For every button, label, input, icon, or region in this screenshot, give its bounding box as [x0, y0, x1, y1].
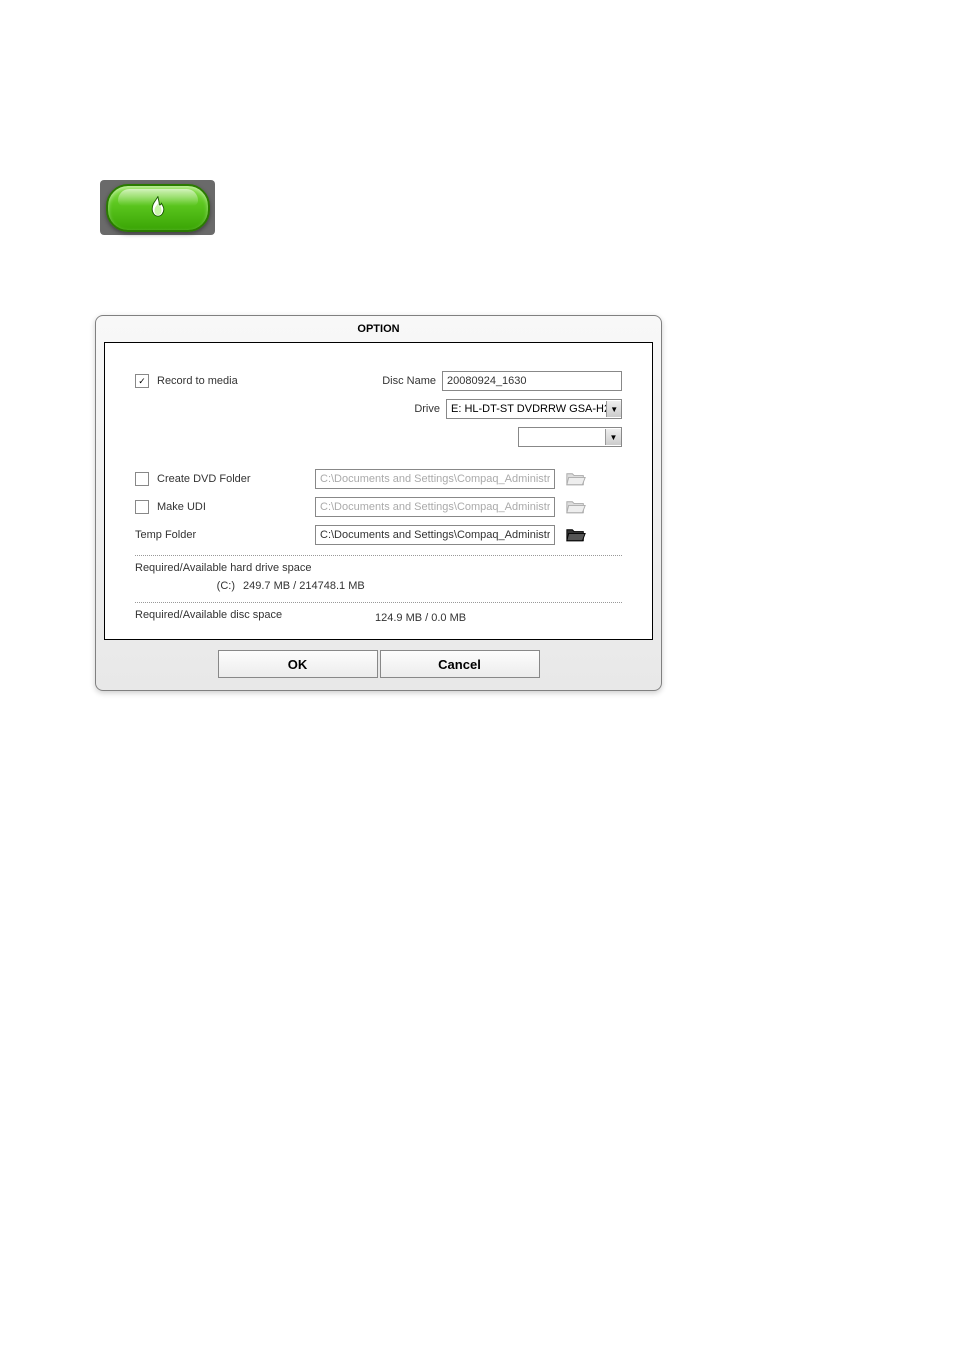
folder-open-icon[interactable]	[565, 471, 587, 487]
ok-button[interactable]: OK	[218, 650, 378, 678]
drive-select-value: E: HL-DT-ST DVDRRW GSA-H20L	[451, 403, 606, 415]
folder-open-icon[interactable]	[565, 527, 587, 543]
folder-open-icon[interactable]	[565, 499, 587, 515]
hd-space-drive: (C:)	[135, 580, 243, 592]
make-udi-path	[315, 497, 555, 517]
separator	[135, 555, 622, 556]
create-dvd-folder-checkbox[interactable]	[135, 472, 149, 486]
hd-space-value: 249.7 MB / 214748.1 MB	[243, 580, 365, 592]
chevron-down-icon: ▼	[605, 429, 621, 445]
create-dvd-folder-path	[315, 469, 555, 489]
create-dvd-folder-label: Create DVD Folder	[157, 473, 251, 485]
dialog-button-bar: OK Cancel	[96, 640, 661, 690]
burn-button-container	[100, 180, 215, 235]
burn-disc-button[interactable]	[106, 184, 210, 232]
hd-space-label: Required/Available hard drive space	[135, 562, 622, 574]
temp-folder-label: Temp Folder	[135, 529, 196, 541]
drive-label: Drive	[414, 403, 446, 415]
make-udi-checkbox[interactable]	[135, 500, 149, 514]
disc-space-label: Required/Available disc space	[135, 609, 375, 621]
drive-select[interactable]: E: HL-DT-ST DVDRRW GSA-H20L ▼	[446, 399, 622, 419]
cancel-button[interactable]: Cancel	[380, 650, 540, 678]
flame-icon	[144, 194, 172, 222]
chevron-down-icon: ▼	[606, 401, 621, 417]
temp-folder-path[interactable]	[315, 525, 555, 545]
option-dialog: OPTION ✓ Record to media Disc Name Drive…	[95, 315, 662, 691]
dialog-title: OPTION	[96, 316, 661, 342]
separator	[135, 602, 622, 603]
disc-name-label: Disc Name	[382, 375, 442, 387]
disc-space-value: 124.9 MB / 0.0 MB	[375, 612, 466, 624]
record-to-media-checkbox[interactable]: ✓	[135, 374, 149, 388]
record-to-media-label: Record to media	[157, 375, 238, 387]
speed-select[interactable]: ▼	[518, 427, 622, 447]
disc-name-input[interactable]	[442, 371, 622, 391]
make-udi-label: Make UDI	[157, 501, 206, 513]
dialog-body: ✓ Record to media Disc Name Drive E: HL-…	[104, 342, 653, 640]
